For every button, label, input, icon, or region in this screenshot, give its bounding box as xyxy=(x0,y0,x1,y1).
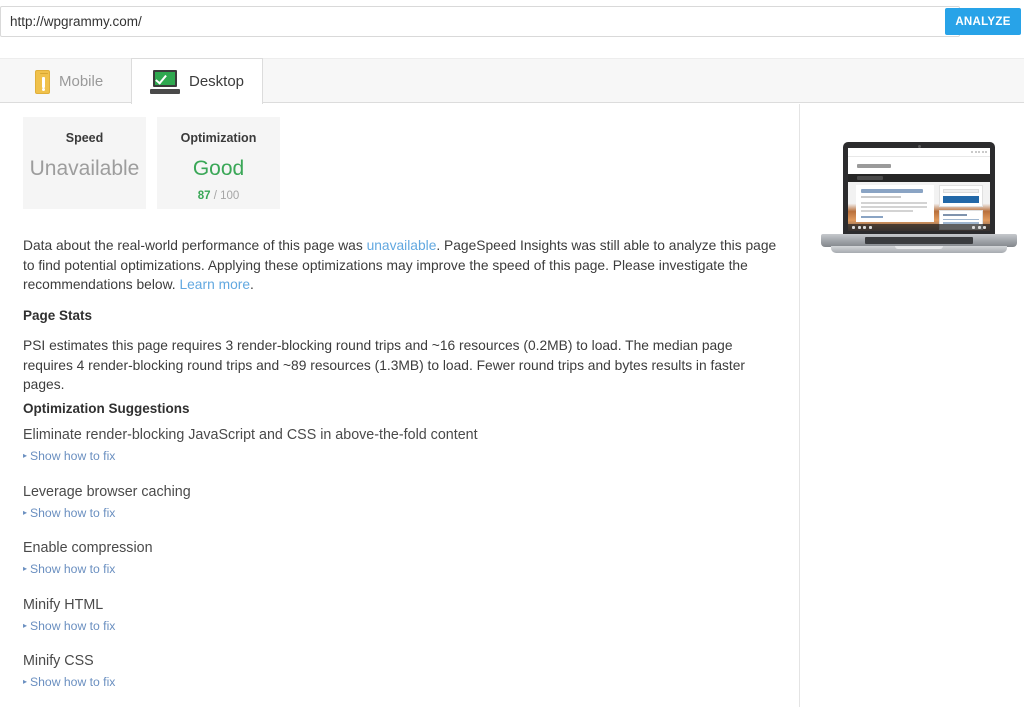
speed-card-value: Unavailable xyxy=(29,157,140,180)
triangle-right-icon: ▸ xyxy=(23,620,28,630)
analyze-button[interactable]: ANALYZE xyxy=(945,8,1021,35)
learn-more-link[interactable]: Learn more xyxy=(179,277,250,292)
tab-mobile[interactable]: Mobile xyxy=(16,59,122,104)
optimization-score-max: 100 xyxy=(220,190,240,202)
preview-signup-widget xyxy=(939,185,983,207)
preview-browser-chrome xyxy=(848,148,990,157)
show-how-to-fix-link[interactable]: ▸ Show how to fix xyxy=(23,449,115,463)
suggestion-item: Enable compression ▸ Show how to fix xyxy=(23,539,723,576)
show-how-to-fix-link[interactable]: ▸ Show how to fix xyxy=(23,619,115,633)
score-card-optimization: Optimization Good 87 / 100 xyxy=(157,117,280,209)
laptop-lid xyxy=(843,142,995,236)
suggestion-title: Leverage browser caching xyxy=(23,483,191,500)
tab-desktop[interactable]: Desktop xyxy=(131,58,264,104)
suggestion-item: Minify CSS ▸ Show how to fix xyxy=(23,652,723,689)
tab-desktop-label: Desktop xyxy=(189,73,245,90)
score-card-group: Speed Unavailable Optimization Good 87 /… xyxy=(23,117,280,209)
laptop-screenshot-preview xyxy=(821,142,1017,282)
triangle-right-icon: ▸ xyxy=(23,677,28,686)
suggestion-item: Leverage browser caching ▸ Show how to f… xyxy=(23,483,723,520)
preview-site-nav xyxy=(848,174,990,182)
suggestion-title: Minify CSS xyxy=(23,653,94,669)
preview-site-logo xyxy=(857,163,891,168)
intro-paragraph: Data about the real-world performance of… xyxy=(23,236,777,295)
show-how-to-fix-label: Show how to fix xyxy=(30,505,116,520)
optimization-score-number: 87 xyxy=(197,190,211,202)
results-panel: Speed Unavailable Optimization Good 87 /… xyxy=(0,104,800,707)
optimization-suggestions-heading: Optimization Suggestions xyxy=(23,401,190,416)
show-how-to-fix-label: Show how to fix xyxy=(30,449,116,463)
triangle-right-icon: ▸ xyxy=(23,507,28,517)
unavailable-link[interactable]: unavailable xyxy=(367,238,437,253)
preview-nav-item xyxy=(857,176,883,180)
show-how-to-fix-link[interactable]: ▸ Show how to fix xyxy=(23,562,115,576)
pagespeed-insights-app: ANALYZE Mobile Desktop Speed Unavailable… xyxy=(0,0,1024,707)
preview-taskbar xyxy=(848,224,990,231)
show-how-to-fix-label: Show how to fix xyxy=(30,675,116,689)
preview-screen xyxy=(848,148,990,231)
preview-site-header xyxy=(848,157,990,174)
page-stats-paragraph: PSI estimates this page requires 3 rende… xyxy=(23,338,746,392)
suggestion-title: Enable compression xyxy=(23,540,153,556)
speed-card-title: Speed xyxy=(65,131,104,145)
page-stats-heading: Page Stats xyxy=(23,308,93,323)
tab-mobile-label: Mobile xyxy=(59,73,104,90)
mobile-phone-warning-icon xyxy=(35,69,50,94)
optimization-card-value: Good xyxy=(192,157,245,180)
optimization-card-score: 87 / 100 xyxy=(198,190,240,202)
optimization-card-title: Optimization xyxy=(180,131,257,145)
laptop-front-edge xyxy=(831,246,1007,253)
preview-site-body xyxy=(848,182,990,231)
suggestion-title: Minify HTML xyxy=(23,596,104,613)
show-how-to-fix-label: Show how to fix xyxy=(30,618,116,633)
optimization-score-separator: / xyxy=(213,190,217,202)
device-tab-strip: Mobile Desktop xyxy=(0,58,1024,104)
show-how-to-fix-label: Show how to fix xyxy=(30,562,116,576)
laptop-keyboard xyxy=(865,237,973,244)
preview-panel xyxy=(801,104,1024,707)
intro-text-part1: Data about the real-world performance of… xyxy=(23,238,367,253)
url-toolbar: ANALYZE xyxy=(0,0,1024,44)
show-how-to-fix-link[interactable]: ▸ Show how to fix xyxy=(23,675,115,689)
show-how-to-fix-link[interactable]: ▸ Show how to fix xyxy=(23,506,115,520)
optimization-suggestion-list: Eliminate render-blocking JavaScript and… xyxy=(23,426,723,707)
suggestion-item: Eliminate render-blocking JavaScript and… xyxy=(23,426,723,463)
score-card-speed: Speed Unavailable xyxy=(23,117,146,209)
preview-article-card xyxy=(856,185,934,222)
triangle-right-icon: ▸ xyxy=(23,451,28,460)
url-input[interactable] xyxy=(0,6,960,37)
laptop-check-icon xyxy=(150,69,180,94)
laptop-trackpad-notch xyxy=(895,246,943,249)
intro-text-part3: . xyxy=(250,277,254,292)
suggestion-title: Eliminate render-blocking JavaScript and… xyxy=(23,427,478,443)
triangle-right-icon: ▸ xyxy=(23,564,28,573)
suggestion-item: Minify HTML ▸ Show how to fix xyxy=(23,596,723,633)
